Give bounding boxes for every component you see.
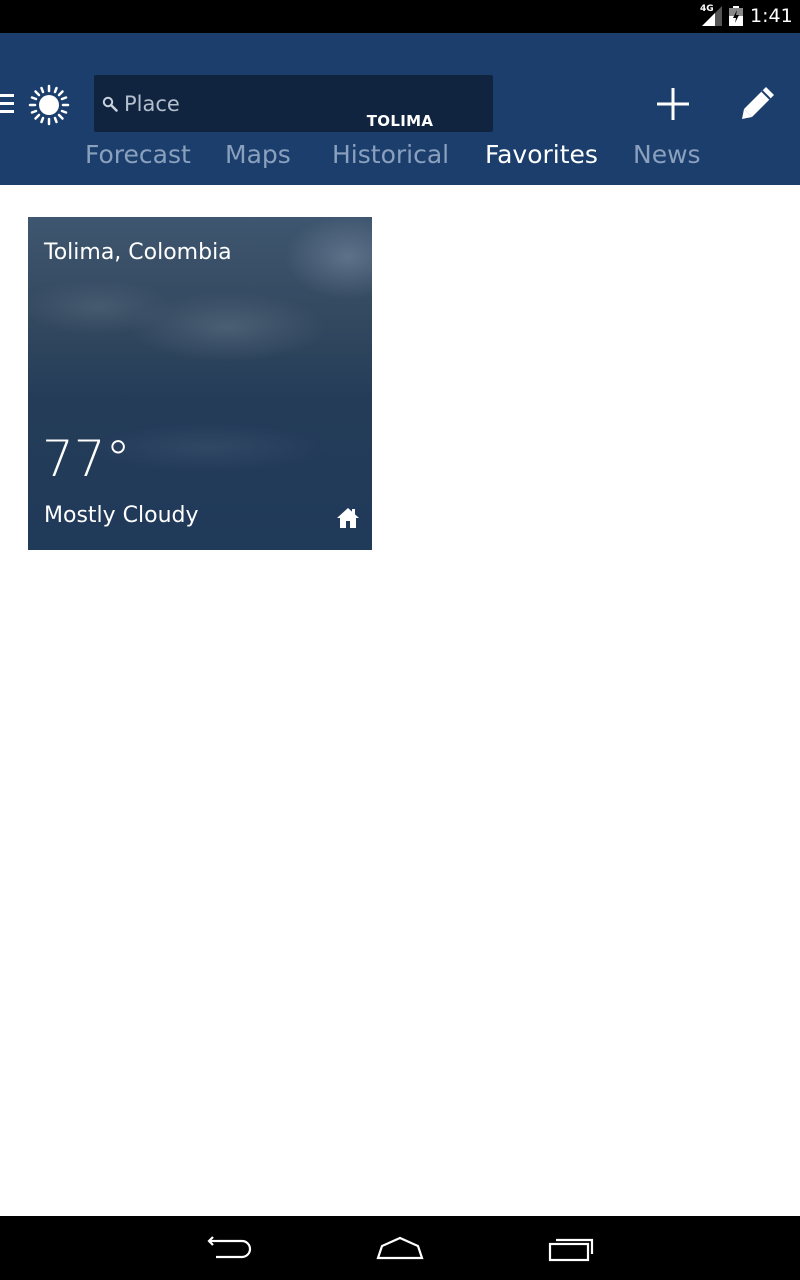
status-bar: 4G 1:41	[0, 0, 800, 33]
tab-historical[interactable]: Historical	[332, 140, 449, 169]
tab-maps[interactable]: Maps	[225, 140, 291, 169]
status-time: 1:41	[750, 5, 793, 27]
tab-news[interactable]: News	[633, 140, 701, 169]
menu-icon[interactable]	[0, 94, 14, 114]
favorite-temperature: 77°	[42, 430, 131, 488]
favorite-city: Tolima, Colombia	[44, 240, 232, 265]
favorite-location-card[interactable]: Tolima, Colombia 77° Mostly Cloudy	[28, 217, 372, 550]
location-title: TOLIMA	[366, 112, 434, 130]
network-type: 4G	[700, 4, 714, 14]
search-icon	[102, 96, 118, 112]
signal-icon: 4G	[698, 4, 724, 28]
home-location-icon	[336, 507, 360, 529]
app-header: TOLIMA Forecast Maps Historical Favorite…	[0, 33, 800, 185]
favorite-condition: Mostly Cloudy	[44, 503, 199, 528]
navigation-bar	[0, 1216, 800, 1280]
home-icon[interactable]	[372, 1232, 428, 1264]
back-icon[interactable]	[202, 1232, 258, 1264]
battery-icon	[729, 6, 743, 26]
recents-icon[interactable]	[544, 1232, 600, 1264]
tab-favorites[interactable]: Favorites	[485, 140, 598, 169]
tab-forecast[interactable]: Forecast	[85, 140, 191, 169]
tab-bar: Forecast Maps Historical Favorites News	[0, 140, 800, 180]
